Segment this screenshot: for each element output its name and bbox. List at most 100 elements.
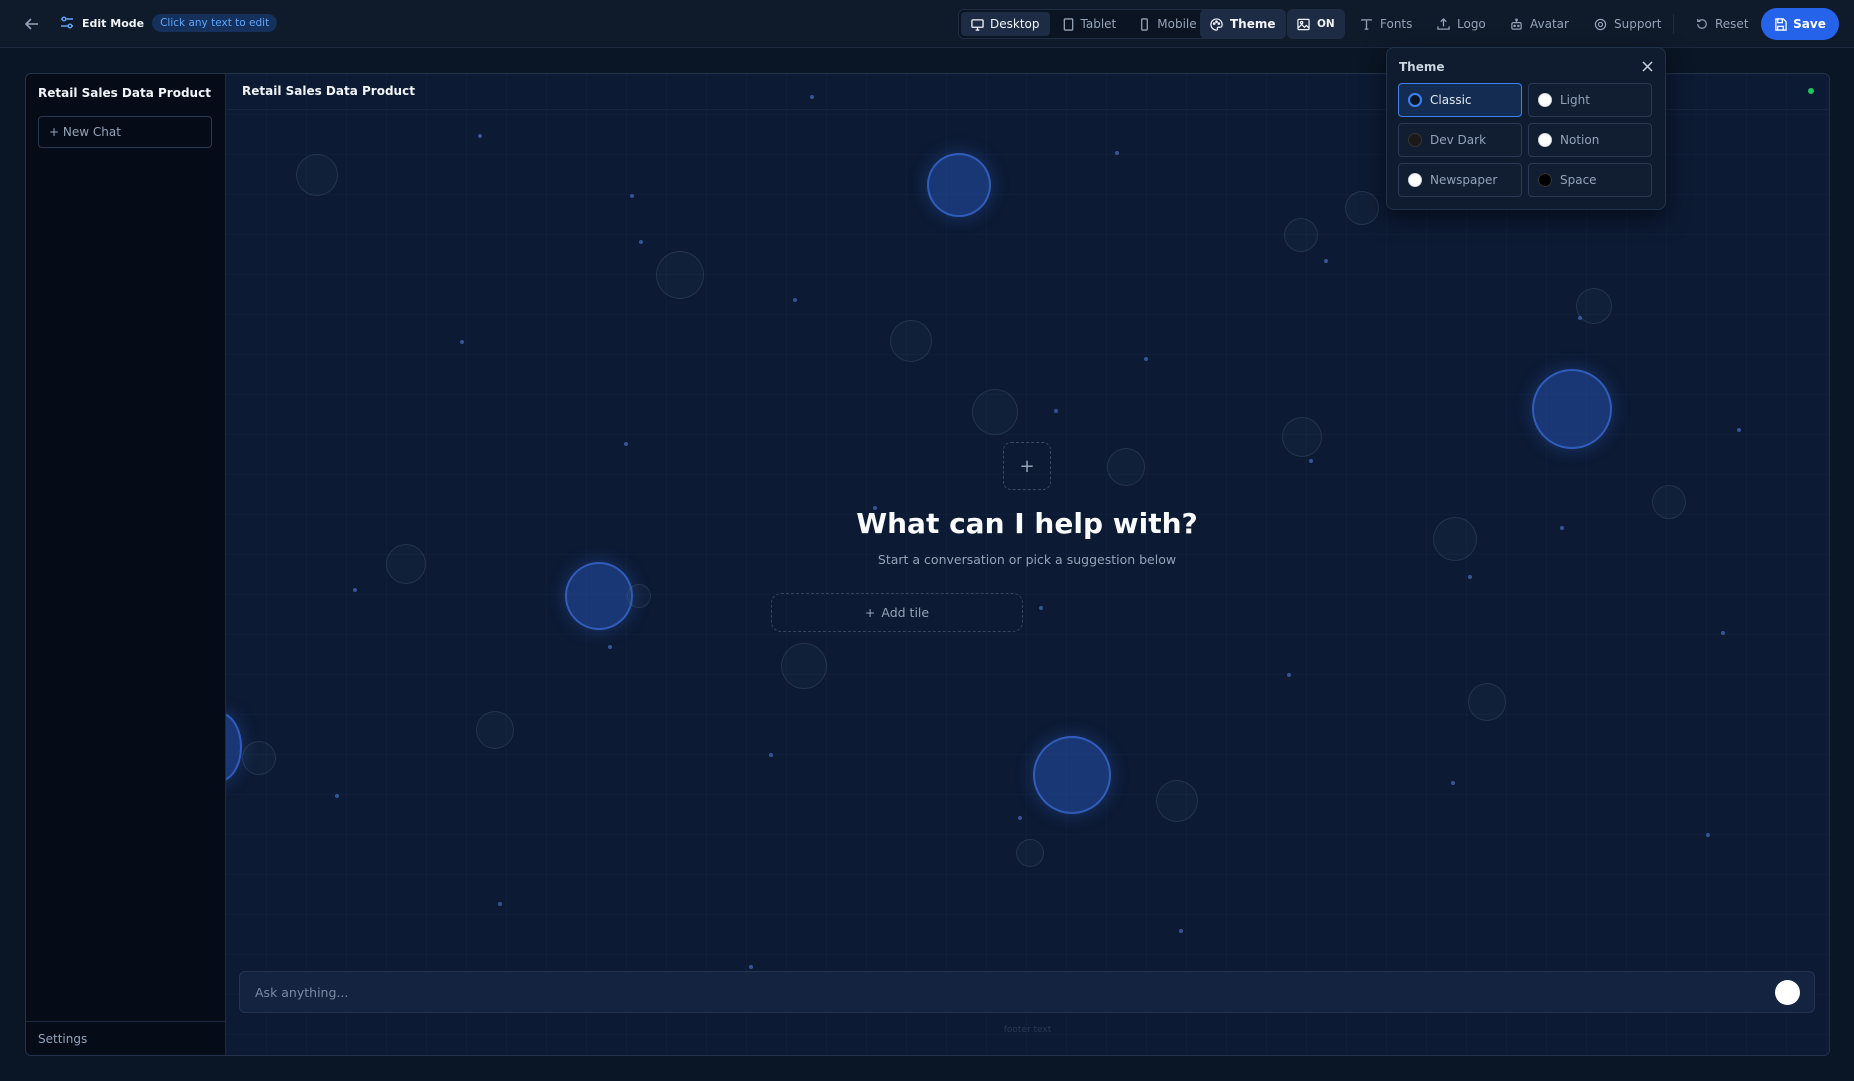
hero-title[interactable]: What can I help with?: [627, 507, 1427, 540]
bubble: [1468, 683, 1506, 721]
dot: [1309, 459, 1313, 463]
footer-text[interactable]: footer text: [226, 1025, 1829, 1035]
support-button[interactable]: Support: [1584, 9, 1671, 39]
rotate-ccw-icon: [1696, 18, 1708, 30]
bubble: [242, 741, 276, 775]
dot: [1324, 259, 1328, 263]
type-icon: [1360, 18, 1373, 31]
theme-option-newspaper[interactable]: Newspaper: [1398, 163, 1522, 197]
bubble: [1284, 218, 1318, 252]
bubble: [1016, 839, 1044, 867]
bubble: [476, 711, 514, 749]
bubble: [890, 320, 932, 362]
avatar-button[interactable]: Avatar: [1500, 9, 1579, 39]
device-mobile-button[interactable]: Mobile: [1128, 12, 1206, 36]
image-toggle-button[interactable]: ON: [1287, 9, 1345, 39]
add-tile-button[interactable]: + Add tile: [771, 593, 1023, 632]
theme-swatch: [1408, 173, 1422, 187]
dot: [769, 753, 773, 757]
dot: [608, 645, 612, 649]
upload-icon: [1437, 17, 1450, 31]
send-button[interactable]: [1775, 980, 1800, 1005]
chat-title[interactable]: Retail Sales Data Product: [242, 84, 415, 98]
device-switcher: Desktop Tablet Mobile: [958, 9, 1210, 39]
dot: [1179, 929, 1183, 933]
theme-option-space[interactable]: Space: [1528, 163, 1652, 197]
bubble: [226, 712, 242, 782]
logo-button[interactable]: Logo: [1427, 9, 1496, 39]
device-desktop-button[interactable]: Desktop: [961, 12, 1050, 36]
device-desktop-label: Desktop: [990, 17, 1040, 31]
theme-button[interactable]: Theme: [1200, 9, 1286, 39]
theme-option-label: Space: [1560, 173, 1597, 187]
new-chat-button[interactable]: + New Chat: [38, 116, 212, 148]
bubble: [1433, 517, 1477, 561]
toolbar-divider: [1673, 14, 1674, 34]
back-arrow-icon[interactable]: [20, 12, 44, 36]
device-tablet-label: Tablet: [1080, 17, 1117, 31]
dot: [353, 588, 357, 592]
palette-icon: [1210, 17, 1223, 31]
bubble: [1345, 191, 1379, 225]
bubble: [627, 584, 651, 608]
bubble: [1652, 485, 1686, 519]
theme-option-notion[interactable]: Notion: [1528, 123, 1652, 157]
dot: [460, 340, 464, 344]
dot: [630, 194, 634, 198]
dot: [478, 134, 482, 138]
theme-option-dev-dark[interactable]: Dev Dark: [1398, 123, 1522, 157]
bubble: [1282, 417, 1322, 457]
edit-hint-badge: Click any text to edit: [152, 14, 278, 32]
dot: [1115, 151, 1119, 155]
close-icon[interactable]: [1639, 58, 1655, 74]
theme-option-classic[interactable]: Classic: [1398, 83, 1522, 117]
theme-option-label: Classic: [1430, 93, 1472, 107]
monitor-icon: [971, 18, 984, 31]
fonts-button[interactable]: Fonts: [1350, 9, 1422, 39]
dot: [1039, 606, 1043, 610]
bot-icon: [1510, 18, 1523, 31]
bubble: [972, 389, 1018, 435]
device-tablet-button[interactable]: Tablet: [1052, 12, 1127, 36]
settings-link[interactable]: Settings: [26, 1021, 225, 1055]
logo-label: Logo: [1457, 17, 1486, 31]
theme-panel-title: Theme: [1399, 60, 1445, 74]
theme-option-light[interactable]: Light: [1528, 83, 1652, 117]
theme-swatch: [1538, 173, 1552, 187]
dot: [1468, 575, 1472, 579]
theme-label: Theme: [1230, 17, 1276, 31]
image-toggle-label: ON: [1317, 18, 1335, 30]
fonts-label: Fonts: [1380, 17, 1413, 31]
device-mobile-label: Mobile: [1157, 17, 1197, 31]
theme-swatch: [1408, 93, 1422, 107]
sidebar: Retail Sales Data Product + New Chat Set…: [26, 74, 226, 1055]
dot: [793, 298, 797, 302]
dot: [1721, 631, 1725, 635]
dot: [1054, 409, 1058, 413]
dot: [1144, 357, 1148, 361]
bubble: [565, 562, 633, 630]
dot: [1737, 428, 1741, 432]
mobile-icon: [1138, 17, 1151, 31]
preview-frame: Retail Sales Data Product + New Chat Set…: [25, 73, 1830, 1056]
dot: [335, 794, 339, 798]
theme-swatch: [1408, 133, 1422, 147]
chat-input[interactable]: [240, 972, 1740, 1012]
add-logo-button[interactable]: +: [1003, 442, 1051, 490]
theme-option-label: Newspaper: [1430, 173, 1498, 187]
dot: [1451, 781, 1455, 785]
dot: [1287, 673, 1291, 677]
sliders-icon: [60, 16, 74, 30]
dot: [498, 902, 502, 906]
reset-button[interactable]: Reset: [1686, 9, 1759, 39]
sidebar-title[interactable]: Retail Sales Data Product: [38, 86, 211, 100]
chat-main: Retail Sales Data Product + What can I h…: [226, 74, 1829, 1055]
theme-option-label: Notion: [1560, 133, 1600, 147]
dot: [639, 240, 643, 244]
save-button[interactable]: Save: [1761, 8, 1839, 40]
hero-subtitle[interactable]: Start a conversation or pick a suggestio…: [627, 552, 1427, 567]
edit-mode-indicator: Edit Mode Click any text to edit: [60, 14, 278, 32]
save-label: Save: [1793, 17, 1826, 31]
plus-icon: +: [1019, 455, 1035, 477]
bubble: [781, 643, 827, 689]
